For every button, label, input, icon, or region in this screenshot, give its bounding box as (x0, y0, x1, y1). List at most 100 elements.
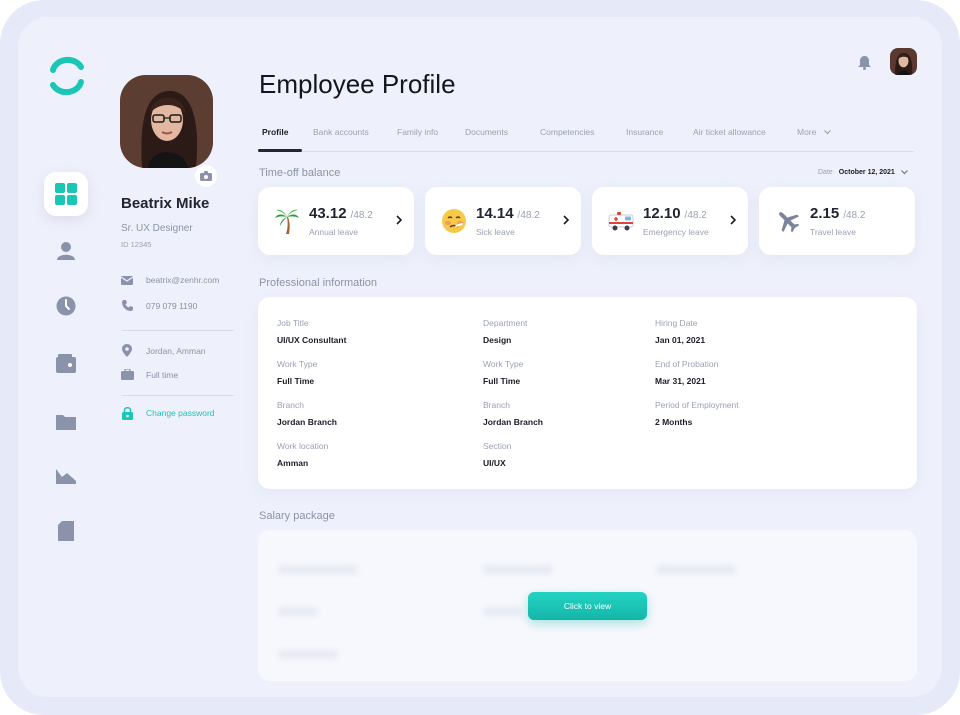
chevron-right-icon (730, 215, 736, 225)
date-value: October 12, 2021 (838, 169, 895, 176)
tab-family-info[interactable]: Family info (397, 127, 438, 137)
field-branch: Branch Jordan Branch (277, 400, 337, 427)
nav-employees-button[interactable] (44, 229, 88, 273)
change-password-link[interactable]: Change password (120, 406, 215, 420)
sick-face-icon (442, 209, 466, 233)
travel-leave-value: 2.15/48.2 (810, 205, 866, 222)
nav-dashboard-button[interactable] (44, 172, 88, 216)
chevron-right-icon (396, 215, 402, 225)
field-work-location: Work location Amman (277, 441, 329, 468)
location-pin-icon (122, 344, 132, 357)
phone-row: 079 079 1190 (120, 300, 197, 311)
click-to-view-button[interactable]: Click to view (528, 592, 647, 620)
avatar (890, 48, 917, 75)
nav-documents-button[interactable] (44, 399, 88, 443)
divider (122, 395, 234, 396)
field-department: Department Design (483, 318, 528, 345)
tab-air-ticket-allowance[interactable]: Air ticket allowance (693, 127, 766, 137)
profile-photo-icon (120, 75, 213, 168)
tab-insurance[interactable]: Insurance (626, 127, 663, 137)
date-filter[interactable]: Date October 12, 2021 (818, 169, 908, 176)
field-job-title: Job Title UI/UX Consultant (277, 318, 347, 345)
field-period-of-employment: Period of Employment 2 Months (655, 400, 739, 427)
employment-text: Full time (146, 369, 179, 380)
travel-leave-card[interactable]: 2.15/48.2 Travel leave (759, 187, 915, 255)
annual-leave-value: 43.12/48.2 (309, 205, 373, 222)
field-work-type: Work Type Full Time (277, 359, 318, 386)
user-avatar-button[interactable] (890, 48, 917, 75)
employee-role: Sr. UX Designer (121, 223, 193, 234)
field-hiring-date: Hiring Date Jan 01, 2021 (655, 318, 706, 345)
change-photo-button[interactable] (193, 163, 219, 189)
palm-tree-icon (275, 209, 299, 234)
folder-icon (56, 415, 76, 430)
location-row: Jordan, Amman (120, 344, 206, 357)
user-icon (57, 242, 75, 260)
emergency-leave-value: 12.10/48.2 (643, 205, 707, 222)
annual-leave-card[interactable]: 43.12/48.2 Annual leave (258, 187, 414, 255)
emergency-leave-card[interactable]: 12.10/48.2 Emergency leave (592, 187, 748, 255)
notifications-button[interactable] (858, 56, 871, 75)
sick-leave-value: 14.14/48.2 (476, 205, 540, 222)
blurred-content (483, 607, 523, 616)
email-text[interactable]: beatrix@zenhr.com (146, 275, 219, 285)
nav-attendance-button[interactable] (44, 284, 88, 328)
date-label: Date (818, 169, 833, 176)
email-row: beatrix@zenhr.com (120, 275, 219, 285)
blurred-content (278, 607, 318, 616)
field-work-type: Work Type Full Time (483, 359, 524, 386)
phone-icon (121, 300, 133, 311)
tab-more[interactable]: More (797, 127, 832, 137)
nav-payroll-button[interactable] (44, 342, 88, 386)
camera-icon (200, 171, 212, 181)
airplane-icon (779, 212, 800, 233)
change-password-label[interactable]: Change password (146, 408, 215, 418)
timeoff-section-title: Time-off balance (259, 167, 341, 179)
wallet-icon (56, 354, 76, 373)
grid-icon (55, 183, 77, 205)
tab-documents[interactable]: Documents (465, 127, 508, 137)
device-frame: Beatrix Mike Sr. UX Designer ID 12345 be… (0, 0, 960, 715)
tab-competencies[interactable]: Competencies (540, 127, 594, 137)
briefcase-icon (120, 369, 134, 380)
employee-name: Beatrix Mike (121, 195, 210, 212)
profile-tabs: Profile Bank accounts Family info Docume… (258, 127, 914, 152)
bell-icon (858, 56, 871, 70)
emergency-leave-label: Emergency leave (643, 227, 709, 237)
blurred-content (278, 565, 358, 574)
field-branch: Branch Jordan Branch (483, 400, 543, 427)
salary-package-card: Click to view (258, 530, 917, 681)
active-tab-indicator (258, 149, 302, 152)
field-section: Section UI/UX (483, 441, 512, 468)
sick-leave-label: Sick leave (476, 227, 515, 237)
professional-info-card: Job Title UI/UX Consultant Department Desi… (258, 297, 917, 489)
lock-icon (121, 407, 133, 420)
area-chart-icon (56, 469, 76, 484)
annual-leave-label: Annual leave (309, 227, 359, 237)
nav-files-button[interactable] (44, 509, 88, 553)
divider (122, 330, 234, 331)
field-end-of-probation: End of Probation Mar 31, 2021 (655, 359, 719, 386)
chevron-down-icon (900, 170, 908, 175)
blurred-content (278, 650, 338, 659)
blurred-content (656, 565, 736, 574)
app-logo-icon (50, 56, 84, 96)
nav-reports-button[interactable] (44, 454, 88, 498)
sick-leave-card[interactable]: 14.14/48.2 Sick leave (425, 187, 581, 255)
envelope-icon (121, 275, 133, 285)
chevron-down-icon (824, 129, 832, 134)
phone-text[interactable]: 079 079 1190 (146, 301, 197, 311)
profile-avatar (120, 75, 213, 168)
document-icon (58, 521, 74, 541)
tab-profile[interactable]: Profile (258, 127, 302, 152)
salary-section-title: Salary package (259, 510, 335, 522)
travel-leave-label: Travel leave (810, 227, 856, 237)
ambulance-icon (608, 212, 634, 231)
page-title: Employee Profile (259, 69, 456, 99)
employee-id: ID 12345 (121, 240, 152, 249)
tab-bank-accounts[interactable]: Bank accounts (313, 127, 369, 137)
chevron-right-icon (563, 215, 569, 225)
employment-row: Full time (120, 369, 178, 380)
location-text: Jordan, Amman (146, 345, 206, 356)
blurred-content (483, 565, 553, 574)
